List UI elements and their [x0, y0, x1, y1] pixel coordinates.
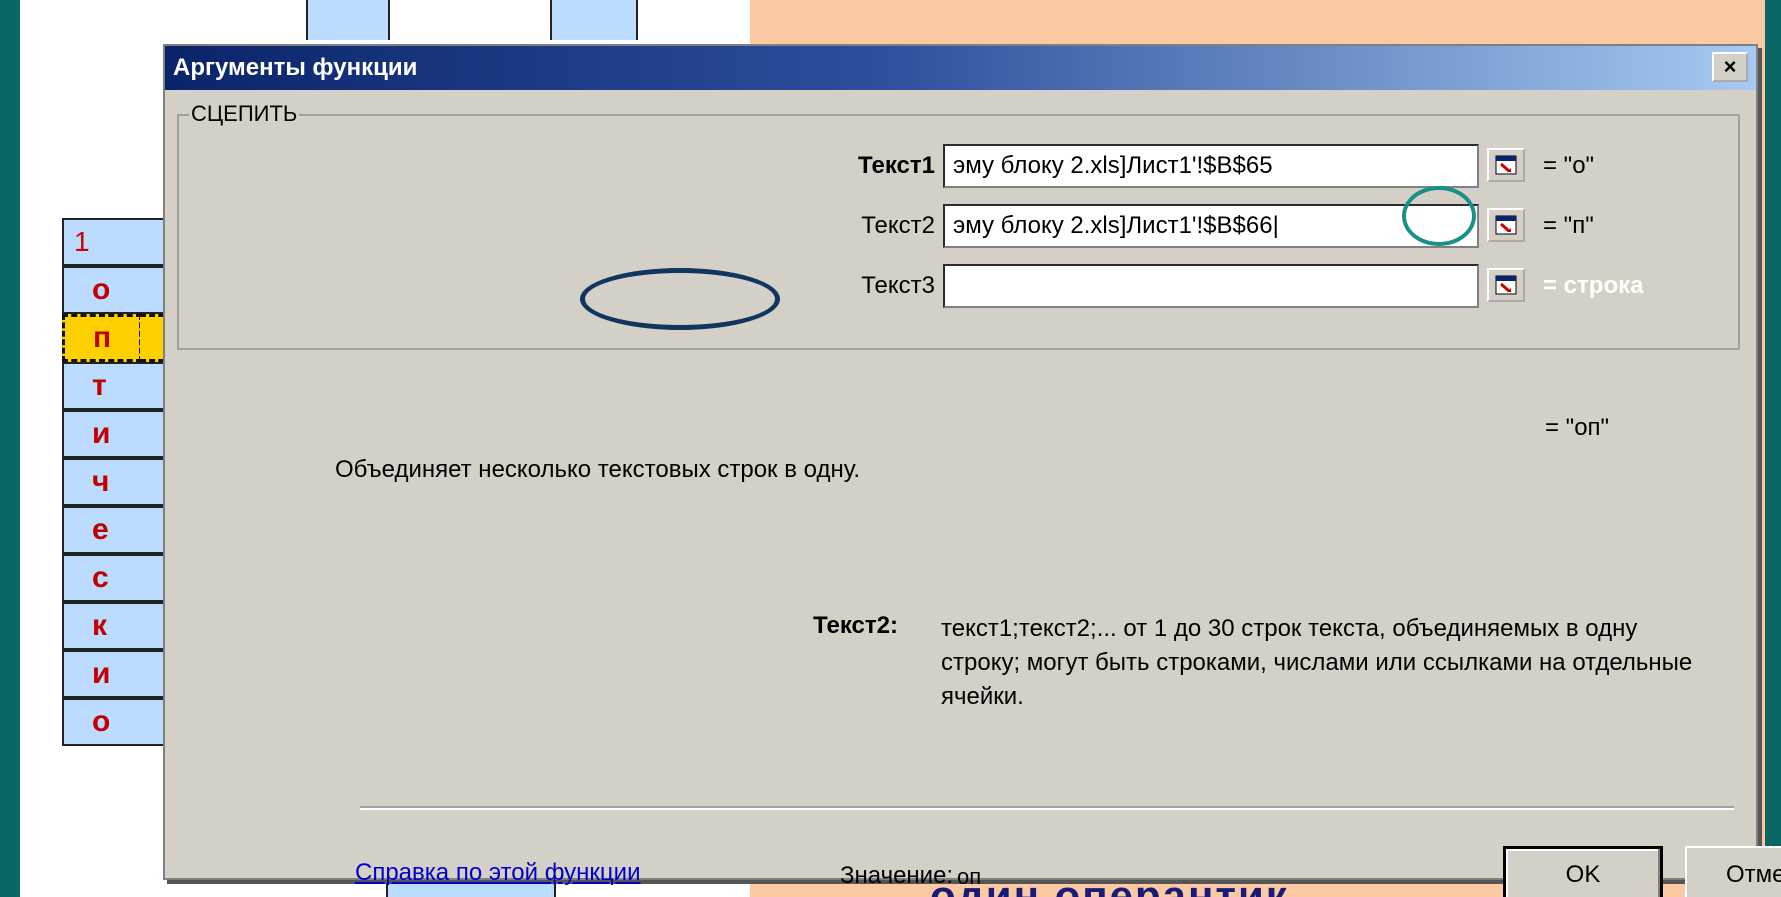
close-button[interactable]: × [1712, 52, 1748, 82]
range-select-icon [1495, 155, 1517, 175]
help-arg-label: Текст2: [813, 612, 898, 639]
cancel-button[interactable]: Отмена [1685, 846, 1781, 897]
crossword-cell: и [62, 410, 142, 458]
range-select-icon [1495, 215, 1517, 235]
value-label: Значение: [840, 862, 954, 889]
crossword-cell: о [62, 698, 142, 746]
annotation-ellipse-arg2-result [1402, 186, 1476, 246]
arg2-collapse-button[interactable] [1487, 208, 1525, 242]
arg3-input[interactable] [943, 264, 1479, 308]
range-select-icon [1495, 275, 1517, 295]
value-text: оп [957, 864, 982, 889]
crossword-cell-highlighted: п [62, 314, 142, 362]
arg1-collapse-button[interactable] [1487, 148, 1525, 182]
arg1-input[interactable]: эму блоку 2.xls]Лист1'!$B$65 [943, 144, 1479, 188]
arg2-result: = "п" [1543, 212, 1594, 239]
crossword-cell: т [62, 362, 142, 410]
crossword-cell: и [62, 650, 142, 698]
crossword-cell: ч [62, 458, 142, 506]
divider [360, 806, 1734, 810]
arg3-result: = строка [1543, 272, 1644, 299]
function-name: СЦЕПИТЬ [189, 101, 300, 127]
crossword-cell: о [62, 266, 142, 314]
arg1-result: = "о" [1543, 152, 1595, 179]
help-link[interactable]: Справка по этой функции [355, 859, 640, 887]
arg3-collapse-button[interactable] [1487, 268, 1525, 302]
dialog-titlebar[interactable]: Аргументы функции × [165, 46, 1756, 90]
formula-result: = "оп" [1545, 414, 1610, 441]
dialog-title: Аргументы функции [173, 54, 418, 81]
ok-button[interactable]: OK [1503, 846, 1663, 897]
grid-column-top-1 [306, 0, 390, 40]
crossword-cell: к [62, 602, 142, 650]
crossword-cell: с [62, 554, 142, 602]
annotation-ellipse-arg3 [580, 268, 780, 330]
function-description: Объединяет несколько текстовых строк в о… [335, 456, 860, 483]
crossword-cell: е [62, 506, 142, 554]
help-arg-text: текст1;текст2;... от 1 до 30 строк текст… [941, 615, 1693, 710]
arg2-input[interactable]: эму блоку 2.xls]Лист1'!$B$66| [943, 204, 1479, 248]
function-arguments-dialog: Аргументы функции × СЦЕПИТЬ Текст1 эму б… [163, 44, 1781, 897]
arg1-label: Текст1 [858, 152, 935, 179]
close-icon: × [1723, 54, 1737, 79]
grid-column-top-2 [550, 0, 638, 40]
crossword-header-cell: 1 [62, 218, 142, 266]
arg2-label: Текст2 [861, 212, 935, 239]
